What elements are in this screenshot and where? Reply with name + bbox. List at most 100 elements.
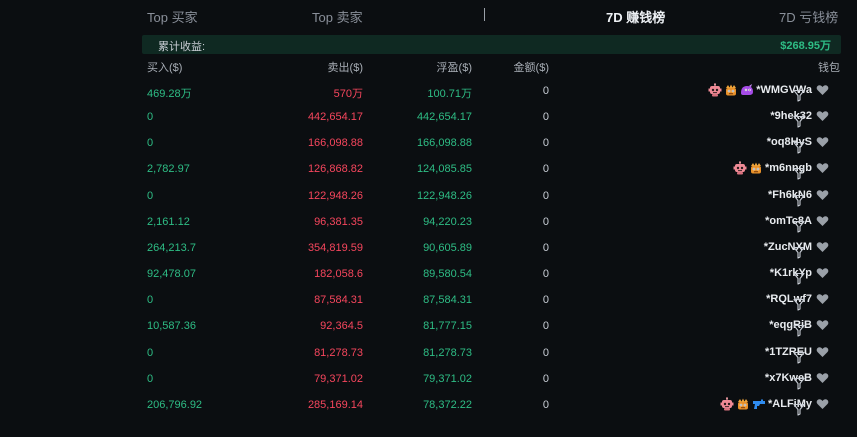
column-header-amount: 金额($) bbox=[513, 62, 549, 74]
table-row[interactable]: 2,161.12 96,381.35 94,220.23 0 *omTc8A bbox=[0, 208, 857, 234]
pnl-value: 90,605.89 bbox=[423, 241, 472, 254]
heart-icon[interactable] bbox=[816, 84, 829, 96]
table-row[interactable]: 0 87,584.31 87,584.31 0 *RQLwf7 bbox=[0, 286, 857, 312]
amount-value: 0 bbox=[542, 215, 549, 228]
pnl-value: 78,372.22 bbox=[423, 398, 472, 411]
pnl-value: 81,278.73 bbox=[423, 346, 472, 359]
amount-value: 0 bbox=[542, 346, 549, 359]
buy-value: 469.28万 bbox=[147, 88, 192, 100]
pnl-value: 94,220.23 bbox=[423, 215, 472, 228]
table-row[interactable]: 0 79,371.02 79,371.02 0 *x7KweB bbox=[0, 365, 857, 391]
sell-value: 442,654.17 bbox=[307, 111, 363, 124]
tab-7d-profit[interactable]: 7D 赚钱榜 bbox=[606, 7, 665, 26]
table-row[interactable]: 10,587.36 92,364.5 81,777.15 0 *eqgRiB bbox=[0, 312, 857, 338]
buy-value: 10,587.36 bbox=[147, 320, 196, 333]
wallet-cell: *m6nngb bbox=[733, 160, 829, 176]
buy-value: 0 bbox=[147, 189, 154, 202]
sell-value: 96,381.35 bbox=[314, 215, 363, 228]
wallet-address[interactable]: *RQLwf7 bbox=[766, 293, 812, 305]
amount-value: 0 bbox=[542, 163, 549, 176]
amount-value: 0 bbox=[542, 320, 549, 333]
column-header-buy: 买入($) bbox=[147, 62, 183, 74]
pnl-value: 442,654.17 bbox=[416, 111, 472, 124]
buy-value: 264,213.7 bbox=[147, 241, 196, 254]
sell-value: 182,058.6 bbox=[314, 268, 363, 281]
wallet-cell: *ALFiMy bbox=[720, 396, 829, 412]
sell-value: 570万 bbox=[333, 88, 363, 100]
bot-icon bbox=[733, 161, 747, 175]
heart-icon[interactable] bbox=[816, 293, 829, 305]
amount-value: 0 bbox=[542, 137, 549, 150]
column-header-wallet: 钱包 bbox=[818, 62, 840, 74]
summary-value: $268.95万 bbox=[780, 40, 831, 52]
pnl-value: 89,580.54 bbox=[423, 268, 472, 281]
buy-value: 2,782.97 bbox=[147, 163, 190, 176]
buy-value: 92,478.07 bbox=[147, 268, 196, 281]
buy-value: 0 bbox=[147, 372, 154, 385]
pnl-value: 100.71万 bbox=[427, 88, 472, 100]
sell-value: 166,098.88 bbox=[307, 137, 363, 150]
sell-value: 79,371.02 bbox=[314, 372, 363, 385]
amount-value: 0 bbox=[542, 189, 549, 202]
amount-value: 0 bbox=[542, 241, 549, 254]
amount-value: 0 bbox=[542, 294, 549, 307]
heart-icon[interactable] bbox=[816, 319, 829, 331]
sell-value: 354,819.59 bbox=[307, 241, 363, 254]
bot-icon bbox=[708, 83, 722, 97]
sell-value: 126,868.82 bbox=[307, 163, 363, 176]
tab-divider bbox=[484, 8, 485, 21]
pnl-value: 87,584.31 bbox=[423, 294, 472, 307]
wallet-address[interactable]: *9hek32 bbox=[770, 110, 812, 122]
crown-monster-icon bbox=[736, 397, 750, 411]
sell-value: 92,364.5 bbox=[320, 320, 363, 333]
heart-icon[interactable] bbox=[816, 372, 829, 384]
buy-value: 206,796.92 bbox=[147, 398, 203, 411]
tab-top-buyers[interactable]: Top 买家 bbox=[147, 7, 198, 26]
sell-value: 122,948.26 bbox=[307, 189, 363, 202]
sell-value: 87,584.31 bbox=[314, 294, 363, 307]
tab-bar: Top 买家 Top 卖家 7D 赚钱榜 7D 亏钱榜 bbox=[0, 0, 857, 30]
column-header-pnl: 浮盈($) bbox=[436, 62, 472, 74]
heart-icon[interactable] bbox=[816, 189, 829, 201]
wallet-address[interactable]: *K1rkYp bbox=[770, 267, 812, 279]
heart-icon[interactable] bbox=[816, 241, 829, 253]
wallet-address[interactable]: *eqgRiB bbox=[769, 319, 812, 331]
table-row[interactable]: 0 122,948.26 122,948.26 0 *Fh6kN6 bbox=[0, 182, 857, 208]
amount-value: 0 bbox=[542, 85, 549, 97]
buy-value: 0 bbox=[147, 346, 154, 359]
heart-icon[interactable] bbox=[816, 162, 829, 174]
purple-blob-icon bbox=[740, 83, 754, 97]
amount-value: 0 bbox=[542, 398, 549, 411]
pnl-value: 79,371.02 bbox=[423, 372, 472, 385]
table-row[interactable]: 92,478.07 182,058.6 89,580.54 0 *K1rkYp bbox=[0, 260, 857, 286]
heart-icon[interactable] bbox=[816, 267, 829, 279]
tab-top-sellers[interactable]: Top 卖家 bbox=[312, 7, 363, 26]
sell-value: 285,169.14 bbox=[307, 398, 363, 411]
buy-value: 2,161.12 bbox=[147, 215, 190, 228]
heart-icon[interactable] bbox=[816, 136, 829, 148]
wallet-address[interactable]: *oq8HyS bbox=[767, 136, 812, 148]
table-row[interactable]: 469.28万 570万 100.71万 0 *WMGVWa bbox=[0, 77, 857, 103]
buy-value: 0 bbox=[147, 111, 154, 124]
wallet-address[interactable]: *ALFiMy bbox=[768, 398, 812, 410]
wallet-address[interactable]: *Fh6kN6 bbox=[768, 189, 812, 201]
tab-7d-loss[interactable]: 7D 亏钱榜 bbox=[779, 7, 838, 26]
pnl-value: 166,098.88 bbox=[416, 137, 472, 150]
table-row[interactable]: 0 81,278.73 81,278.73 0 *1TZREU bbox=[0, 339, 857, 365]
pnl-value: 81,777.15 bbox=[423, 320, 472, 333]
crown-monster-icon bbox=[724, 83, 738, 97]
summary-label: 累计收益: bbox=[158, 41, 206, 53]
table-row[interactable]: 206,796.92 285,169.14 78,372.22 0 *ALFiMy bbox=[0, 391, 857, 417]
heart-icon[interactable] bbox=[816, 398, 829, 410]
heart-icon[interactable] bbox=[816, 215, 829, 227]
table-row[interactable]: 0 442,654.17 442,654.17 0 *9hek32 bbox=[0, 103, 857, 129]
wallet-cell: *WMGVWa bbox=[708, 82, 829, 98]
table-row[interactable]: 0 166,098.88 166,098.88 0 *oq8HyS bbox=[0, 129, 857, 155]
buy-value: 0 bbox=[147, 137, 154, 150]
amount-value: 0 bbox=[542, 268, 549, 281]
heart-icon[interactable] bbox=[816, 346, 829, 358]
heart-icon[interactable] bbox=[816, 110, 829, 122]
table-row[interactable]: 264,213.7 354,819.59 90,605.89 0 *ZucNXM bbox=[0, 234, 857, 260]
table-row[interactable]: 2,782.97 126,868.82 124,085.85 0 *m6nngb bbox=[0, 155, 857, 181]
amount-value: 0 bbox=[542, 111, 549, 124]
